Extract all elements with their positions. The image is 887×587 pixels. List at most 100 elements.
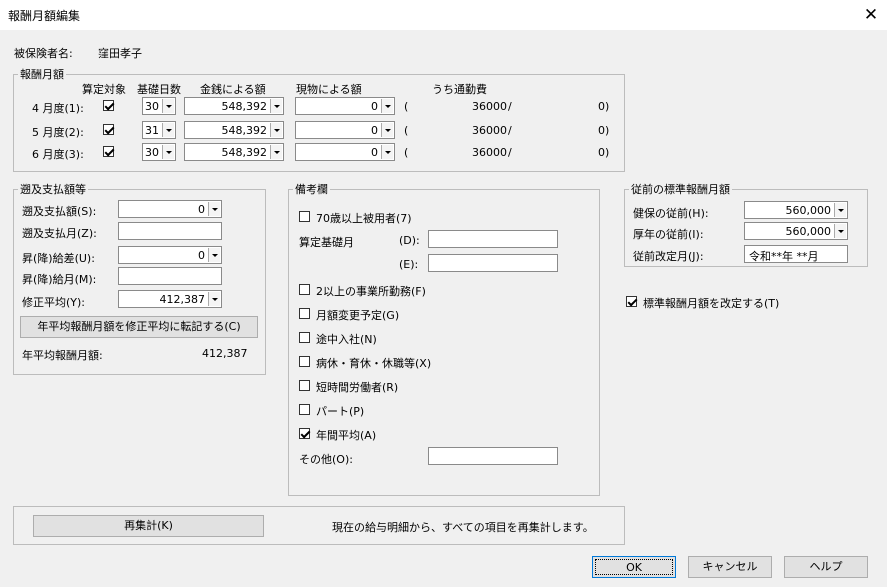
health-label: 健保の従前(H): (633, 207, 709, 220)
chevron-down-icon[interactable] (162, 145, 174, 159)
month-row-label: 5 月度(2): (32, 126, 84, 139)
commute-tail: 0) (598, 146, 610, 159)
month-row-label: 4 月度(1): (32, 102, 84, 115)
other-input[interactable] (428, 447, 558, 465)
revised-input[interactable]: 令和**年 **月 (744, 245, 848, 263)
calc-checkbox[interactable] (103, 124, 114, 135)
chevron-down-icon[interactable] (381, 145, 393, 159)
raise-month-label: 昇(降)給月(M): (22, 273, 97, 286)
header-calc: 算定対象 (82, 83, 126, 96)
goods-dropdown[interactable]: 0 (295, 121, 395, 139)
money-dropdown[interactable]: 548,392 (184, 97, 284, 115)
slash: / (508, 124, 512, 137)
chevron-down-icon[interactable] (208, 248, 220, 262)
mid-join-label: 途中入社(N) (316, 333, 377, 346)
pension-dropdown[interactable]: 560,000 (744, 222, 848, 240)
leave-label: 病休・育休・休職等(X) (316, 357, 432, 370)
paren-open: ( (404, 146, 409, 159)
calc-checkbox[interactable] (103, 100, 114, 111)
revise-standard-checkbox[interactable] (626, 296, 637, 307)
header-money: 金銭による額 (200, 83, 266, 96)
change-planned-label: 月額変更予定(G) (316, 309, 400, 322)
annual-avg-value: 412,387 (202, 347, 248, 360)
d-input[interactable] (428, 230, 558, 248)
goods-dropdown[interactable]: 0 (295, 97, 395, 115)
adjusted-avg-dropdown[interactable]: 412,387 (118, 290, 222, 308)
monthly-legend: 報酬月額 (20, 68, 64, 81)
chevron-down-icon[interactable] (834, 203, 846, 217)
retro-month-label: 遡及支払月(Z): (22, 227, 97, 240)
commute-value: 36000 (472, 100, 507, 113)
chevron-down-icon[interactable] (270, 123, 282, 137)
header-goods: 現物による額 (296, 83, 362, 96)
mid-join-checkbox[interactable] (299, 332, 310, 343)
recalc-button[interactable]: 再集計(K) (33, 515, 264, 537)
goods-dropdown[interactable]: 0 (295, 143, 395, 161)
chevron-down-icon[interactable] (208, 292, 220, 306)
commute-tail: 0) (598, 124, 610, 137)
adjusted-avg-label: 修正平均(Y): (22, 296, 86, 309)
pension-label: 厚年の従前(I): (633, 228, 704, 241)
close-icon[interactable]: ✕ (860, 4, 882, 26)
annual-avg-remark-label: 年間平均(A) (316, 429, 377, 442)
month-row-label: 6 月度(3): (32, 148, 84, 161)
revise-standard-label: 標準報酬月額を改定する(T) (643, 297, 780, 310)
multi-office-checkbox[interactable] (299, 284, 310, 295)
part-checkbox[interactable] (299, 404, 310, 415)
ok-button[interactable]: OK (592, 556, 676, 578)
over70-checkbox[interactable] (299, 211, 310, 222)
health-dropdown[interactable]: 560,000 (744, 201, 848, 219)
chevron-down-icon[interactable] (270, 99, 282, 113)
slash: / (508, 100, 512, 113)
insured-label: 被保険者名: (14, 47, 73, 60)
money-dropdown[interactable]: 548,392 (184, 143, 284, 161)
retro-amount-label: 遡及支払額(S): (22, 205, 97, 218)
chevron-down-icon[interactable] (162, 123, 174, 137)
cancel-button[interactable]: キャンセル (688, 556, 772, 578)
e-input[interactable] (428, 254, 558, 272)
transfer-button[interactable]: 年平均報酬月額を修正平均に転記する(C) (20, 316, 258, 338)
calc-checkbox[interactable] (103, 146, 114, 157)
days-dropdown[interactable]: 30 (142, 143, 176, 161)
recalc-desc: 現在の給与明細から、すべての項目を再集計します。 (332, 521, 594, 534)
over70-label: 70歳以上被用者(7) (316, 212, 412, 225)
title-bar (0, 0, 887, 30)
leave-checkbox[interactable] (299, 356, 310, 367)
part-label: パート(P) (316, 405, 365, 418)
previous-legend: 従前の標準報酬月額 (631, 183, 730, 196)
money-dropdown[interactable]: 548,392 (184, 121, 284, 139)
e-label: (E): (399, 258, 419, 271)
diff-dropdown[interactable]: 0 (118, 246, 222, 264)
annual-avg-checkbox[interactable] (299, 428, 310, 439)
diff-label: 昇(降)給差(U): (22, 252, 95, 265)
annual-avg-label: 年平均報酬月額: (22, 349, 103, 362)
commute-value: 36000 (472, 146, 507, 159)
slash: / (508, 146, 512, 159)
d-label: (D): (399, 234, 420, 247)
retro-month-input[interactable] (118, 222, 222, 240)
retro-legend: 遡及支払額等 (20, 183, 86, 196)
base-month-label: 算定基礎月 (299, 236, 354, 249)
chevron-down-icon[interactable] (834, 224, 846, 238)
short-time-checkbox[interactable] (299, 380, 310, 391)
chevron-down-icon[interactable] (381, 123, 393, 137)
multi-office-label: 2以上の事業所勤務(F) (316, 285, 426, 298)
raise-month-input[interactable] (118, 267, 222, 285)
paren-open: ( (404, 100, 409, 113)
days-dropdown[interactable]: 31 (142, 121, 176, 139)
commute-value: 36000 (472, 124, 507, 137)
help-button[interactable]: ヘルプ (784, 556, 868, 578)
paren-open: ( (404, 124, 409, 137)
chevron-down-icon[interactable] (270, 145, 282, 159)
revised-label: 従前改定月(J): (633, 250, 704, 263)
header-commute: うち通勤費 (432, 83, 487, 96)
retro-amount-dropdown[interactable]: 0 (118, 200, 222, 218)
remarks-legend: 備考欄 (295, 183, 328, 196)
chevron-down-icon[interactable] (162, 99, 174, 113)
chevron-down-icon[interactable] (208, 202, 220, 216)
short-time-label: 短時間労働者(R) (316, 381, 399, 394)
chevron-down-icon[interactable] (381, 99, 393, 113)
change-planned-checkbox[interactable] (299, 308, 310, 319)
header-days: 基礎日数 (137, 83, 181, 96)
days-dropdown[interactable]: 30 (142, 97, 176, 115)
